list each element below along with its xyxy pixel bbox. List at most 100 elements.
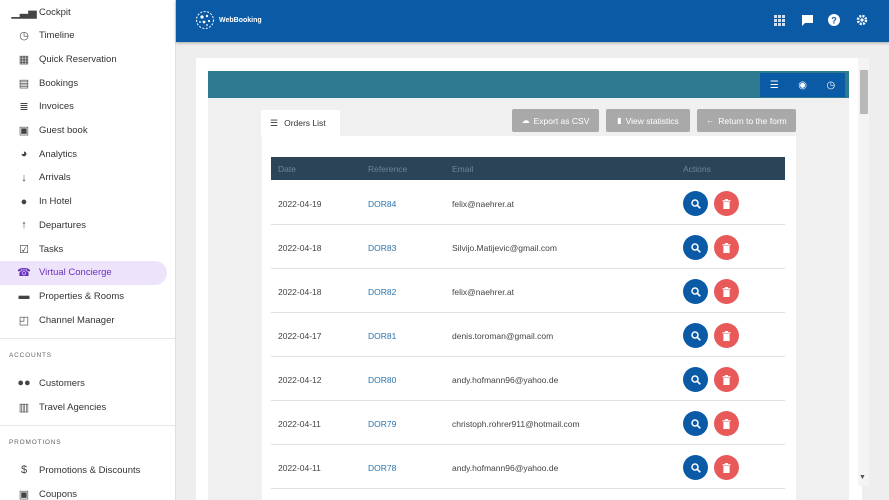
table-row: 2022-04-12 DOR80 andy.hofmann96@yahoo.de xyxy=(271,357,785,401)
list-icon[interactable]: ☰ xyxy=(770,80,779,91)
search-icon xyxy=(690,418,701,429)
panel-header-bar xyxy=(208,71,849,98)
sidebar-item-label: Properties & Rooms xyxy=(39,290,125,302)
sidebar-item-cockpit[interactable]: ▁▃▅ Cockpit xyxy=(0,0,167,24)
delete-order-button[interactable] xyxy=(714,191,739,216)
help-icon[interactable]: ? xyxy=(826,12,842,28)
coupon-icon: ▣ xyxy=(18,488,30,500)
view-order-button[interactable] xyxy=(683,279,708,304)
sidebar-item-in-hotel[interactable]: ● In Hotel xyxy=(0,190,167,214)
sidebar-item-label: In Hotel xyxy=(39,196,72,208)
table-row: 2022-04-18 DOR82 felix@naehrer.at xyxy=(271,269,785,313)
sidebar-item-timeline[interactable]: ◷ Timeline xyxy=(0,24,167,48)
section-label-promotions: PROMOTIONS xyxy=(9,439,62,446)
sidebar-item-tasks[interactable]: ☑ Tasks xyxy=(0,237,167,261)
view-order-button[interactable] xyxy=(683,323,708,348)
sidebar-item-bookings[interactable]: ▤ Bookings xyxy=(0,71,167,95)
sidebar-item-label: Promotions & Discounts xyxy=(39,464,141,476)
logo[interactable]: WebBooking xyxy=(195,10,262,30)
order-email: denis.toroman@gmail.com xyxy=(452,331,554,341)
view-order-button[interactable] xyxy=(683,367,708,392)
order-date: 2022-04-18 xyxy=(278,287,322,297)
export-csv-label: Export as CSV xyxy=(533,115,590,126)
sidebar-item-properties-rooms[interactable]: ▬ Properties & Rooms xyxy=(0,284,167,308)
column-header-actions: Actions xyxy=(683,164,711,174)
trash-icon xyxy=(722,286,731,297)
view-order-button[interactable] xyxy=(683,455,708,480)
trash-icon xyxy=(722,418,731,429)
invoice-icon: ≣ xyxy=(19,101,29,114)
view-order-button[interactable] xyxy=(683,235,708,260)
sidebar-item-label: Travel Agencies xyxy=(39,401,107,413)
checklist-icon: ☑ xyxy=(19,243,29,256)
clock-icon[interactable]: ◷ xyxy=(826,80,835,91)
order-reference-link[interactable]: DOR79 xyxy=(368,419,396,429)
delete-order-button[interactable] xyxy=(714,235,739,260)
order-reference-link[interactable]: DOR78 xyxy=(368,463,396,473)
cast-icon: ◰ xyxy=(18,314,30,327)
scrollbar-thumb[interactable] xyxy=(860,70,868,114)
delete-order-button[interactable] xyxy=(714,323,739,348)
sidebar-item-invoices[interactable]: ≣ Invoices xyxy=(0,95,167,119)
trash-icon xyxy=(722,374,731,385)
view-order-button[interactable] xyxy=(683,411,708,436)
sidebar-item-coupons[interactable]: ▣ Coupons xyxy=(0,482,167,500)
column-header-email[interactable]: Email xyxy=(452,164,473,174)
logo-text: WebBooking xyxy=(219,16,262,24)
return-to-form-button[interactable]: ← Return to the form xyxy=(697,109,796,132)
export-csv-button[interactable]: ☁ Export as CSV xyxy=(512,109,599,132)
concierge-icon: ☎ xyxy=(17,267,31,280)
trash-icon xyxy=(722,462,731,473)
order-reference-link[interactable]: DOR84 xyxy=(368,199,396,209)
sidebar-item-label: Tasks xyxy=(39,243,64,255)
scroll-down-arrow-icon[interactable]: ▼ xyxy=(859,474,866,481)
view-statistics-label: View statistics xyxy=(625,115,679,126)
sidebar-item-label: Cockpit xyxy=(39,6,71,18)
order-date: 2022-04-11 xyxy=(278,463,321,473)
view-statistics-button[interactable]: ▮ View statistics xyxy=(606,109,690,132)
delete-order-button[interactable] xyxy=(714,279,739,304)
sidebar-item-label: Arrivals xyxy=(39,172,71,184)
sidebar-item-analytics[interactable]: ◕ Analytics xyxy=(0,142,167,166)
sidebar-item-label: Virtual Concierge xyxy=(39,267,112,279)
settings-gear-icon[interactable] xyxy=(854,12,870,28)
sidebar-item-label: Channel Manager xyxy=(39,314,115,326)
sidebar-item-arrivals[interactable]: ↓ Arrivals xyxy=(0,166,167,190)
search-icon xyxy=(690,198,701,209)
order-reference-link[interactable]: DOR81 xyxy=(368,331,396,341)
clock-icon: ◷ xyxy=(19,30,29,43)
delete-order-button[interactable] xyxy=(714,411,739,436)
return-to-form-label: Return to the form xyxy=(718,115,787,126)
order-reference-link[interactable]: DOR83 xyxy=(368,243,396,253)
guestbook-icon: ▣ xyxy=(18,125,30,137)
sidebar-item-departures[interactable]: ↑ Departures xyxy=(0,213,167,237)
trash-icon xyxy=(722,330,731,341)
sidebar-item-virtual-concierge[interactable]: ☎ Virtual Concierge xyxy=(0,260,167,285)
order-date: 2022-04-18 xyxy=(278,243,322,253)
sidebar-item-label: Timeline xyxy=(39,30,75,42)
column-header-date[interactable]: Date xyxy=(278,164,296,174)
eye-icon[interactable]: ◉ xyxy=(798,80,807,91)
delete-order-button[interactable] xyxy=(714,367,739,392)
sidebar-item-travel-agencies[interactable]: ▥ Travel Agencies xyxy=(0,395,167,419)
tab-orders-list[interactable]: ☰ Orders List xyxy=(261,110,340,136)
sidebar-item-channel-manager[interactable]: ◰ Channel Manager xyxy=(0,308,167,332)
sidebar-item-customers[interactable]: ●● Customers xyxy=(0,371,167,395)
order-date: 2022-04-17 xyxy=(278,331,322,341)
delete-order-button[interactable] xyxy=(714,455,739,480)
sidebar-item-quick-reservation[interactable]: ▦ Quick Reservation xyxy=(0,47,167,71)
search-icon xyxy=(690,462,701,473)
sidebar-item-guest-book[interactable]: ▣ Guest book xyxy=(0,119,167,143)
view-order-button[interactable] xyxy=(683,191,708,216)
sidebar-item-label: Guest book xyxy=(39,125,88,136)
feedback-icon[interactable] xyxy=(799,12,815,28)
table-row: 2022-04-11 DOR79 christoph.rohrer911@hotma… xyxy=(271,401,785,445)
order-email: andy.hofmann96@yahoo.de xyxy=(452,463,559,473)
sidebar-item-promotions-discounts[interactable]: $ Promotions & Discounts xyxy=(0,458,167,482)
scrollbar[interactable] xyxy=(858,58,869,486)
column-header-reference[interactable]: Reference xyxy=(368,164,407,174)
table-row: 2022-04-17 DOR81 denis.toroman@gmail.com xyxy=(271,313,785,357)
apps-grid-icon[interactable] xyxy=(771,12,787,28)
order-reference-link[interactable]: DOR80 xyxy=(368,375,396,385)
order-reference-link[interactable]: DOR82 xyxy=(368,287,396,297)
